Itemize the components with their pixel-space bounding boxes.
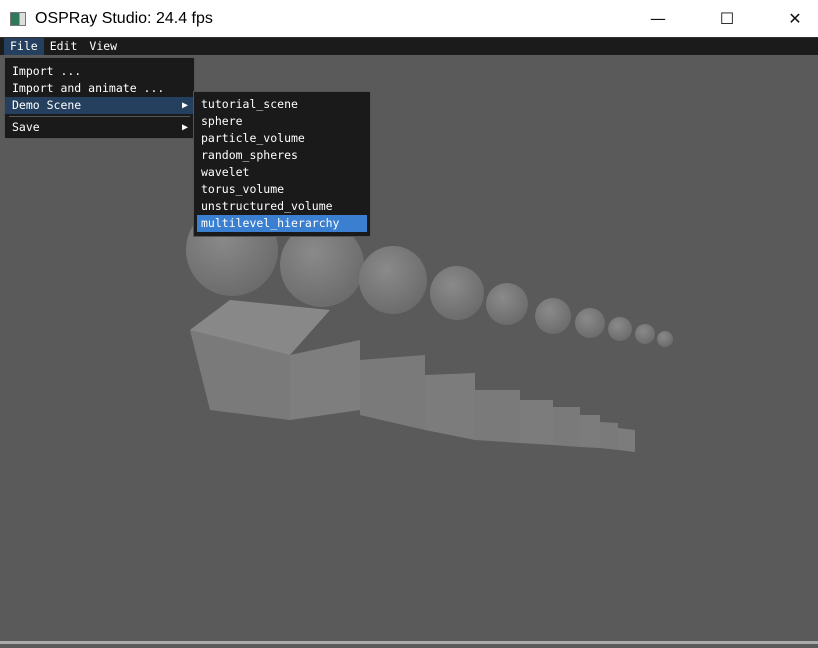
demo-particle-volume[interactable]: particle_volume bbox=[197, 130, 367, 147]
menu-item-demo-scene[interactable]: Demo Scene ▶ bbox=[5, 97, 194, 114]
cube bbox=[618, 428, 635, 452]
demo-multilevel-hierarchy[interactable]: multilevel_hierarchy bbox=[197, 215, 367, 232]
sphere bbox=[657, 331, 673, 347]
cube bbox=[520, 400, 553, 445]
cube bbox=[475, 390, 520, 443]
cube bbox=[360, 355, 425, 430]
cube bbox=[290, 340, 360, 420]
menu-item-label: Demo Scene bbox=[12, 98, 82, 112]
maximize-icon[interactable]: ☐ bbox=[704, 0, 750, 37]
menu-file[interactable]: File bbox=[4, 38, 44, 55]
submenu-arrow-icon: ▶ bbox=[181, 100, 188, 111]
scene-render bbox=[186, 204, 673, 452]
sphere bbox=[635, 324, 655, 344]
app-icon bbox=[10, 11, 26, 26]
demo-torus-volume[interactable]: torus_volume bbox=[197, 181, 367, 198]
title-bar: OSPRay Studio: 24.4 fps — ☐ ✕ bbox=[0, 0, 818, 37]
demo-unstructured-volume[interactable]: unstructured_volume bbox=[197, 198, 367, 215]
submenu-arrow-icon: ▶ bbox=[181, 122, 188, 133]
render-viewport[interactable] bbox=[0, 55, 818, 644]
menu-item-import-animate[interactable]: Import and animate ... bbox=[5, 80, 194, 97]
sphere bbox=[430, 266, 484, 320]
sphere bbox=[359, 246, 427, 314]
sphere bbox=[535, 298, 571, 334]
cube bbox=[553, 407, 580, 447]
demo-sphere[interactable]: sphere bbox=[197, 113, 367, 130]
menu-item-save[interactable]: Save ▶ bbox=[5, 119, 194, 136]
menu-item-label: Save bbox=[12, 120, 40, 134]
menu-item-import[interactable]: Import ... bbox=[5, 63, 194, 80]
menu-separator bbox=[9, 116, 190, 117]
demo-random-spheres[interactable]: random_spheres bbox=[197, 147, 367, 164]
close-icon[interactable]: ✕ bbox=[772, 0, 818, 37]
menu-view[interactable]: View bbox=[83, 38, 123, 55]
sphere bbox=[575, 308, 605, 338]
demo-scene-submenu: tutorial_scene sphere particle_volume ra… bbox=[193, 91, 371, 237]
file-menu: Import ... Import and animate ... Demo S… bbox=[4, 57, 195, 139]
window-title: OSPRay Studio: 24.4 fps bbox=[35, 9, 213, 27]
menu-bar: File Edit View bbox=[0, 37, 818, 55]
menu-edit[interactable]: Edit bbox=[44, 38, 84, 55]
sphere bbox=[608, 317, 632, 341]
cube bbox=[600, 422, 618, 450]
sphere bbox=[486, 283, 528, 325]
demo-wavelet[interactable]: wavelet bbox=[197, 164, 367, 181]
cube bbox=[425, 373, 475, 440]
demo-tutorial-scene[interactable]: tutorial_scene bbox=[197, 96, 367, 113]
cube bbox=[580, 415, 600, 448]
minimize-icon[interactable]: — bbox=[635, 0, 681, 37]
